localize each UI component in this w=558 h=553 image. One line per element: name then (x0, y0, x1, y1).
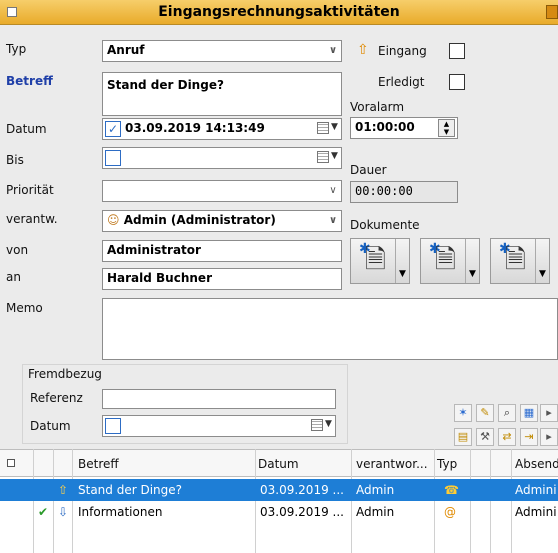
down-arrow-icon: ⇩ (58, 505, 69, 519)
prioritaet-label: Priorität (6, 183, 54, 197)
referenz-label: Referenz (30, 391, 83, 405)
bis-input[interactable]: ▼ (102, 147, 342, 169)
done-check-icon: ✔ (38, 505, 49, 519)
dokumente-label: Dokumente (350, 218, 420, 232)
erledigt-label: Erledigt (378, 75, 425, 89)
folder-icon[interactable]: ▤ (454, 428, 472, 446)
bis-label: Bis (6, 153, 24, 167)
tools-icon[interactable]: ⚒ (476, 428, 494, 446)
search-icon[interactable]: ⌕ (498, 404, 516, 422)
fremdbezug-datum-label: Datum (30, 419, 71, 433)
betreff-input[interactable]: Stand der Dinge? (102, 72, 342, 116)
column-header-verantw[interactable]: verantwor... (356, 457, 428, 471)
document-icon: 🗎 (505, 245, 526, 275)
export-icon[interactable]: ⇥ (520, 428, 538, 446)
new-document-button-3[interactable]: ✱ 🗎 ▼ (490, 238, 550, 284)
fremdbezug-datum-checkbox[interactable] (105, 418, 121, 434)
datum-value: 03.09.2019 14:13:49 (125, 121, 265, 135)
von-value: Administrator (107, 243, 201, 257)
chevron-down-icon: ∨ (329, 185, 337, 196)
more-icon[interactable]: ▸ (540, 404, 558, 422)
calendar-icon[interactable]: ▼ (317, 149, 339, 167)
select-all-checkbox[interactable] (7, 459, 15, 467)
column-header-absender[interactable]: Absend (515, 457, 558, 471)
referenz-input[interactable] (102, 389, 336, 409)
voralarm-label: Voralarm (350, 100, 405, 114)
betreff-value: Stand der Dinge? (107, 78, 224, 92)
document-icon: 🗎 (435, 245, 456, 275)
row-verantw: Admin (356, 483, 395, 497)
row-betreff: Informationen (78, 505, 163, 519)
datum-label: Datum (6, 122, 47, 136)
datum-input[interactable]: ✓ 03.09.2019 14:13:49 ▼ (102, 118, 342, 140)
phone-icon: ☎ (444, 483, 459, 497)
user-icon: ☺ (107, 213, 120, 227)
typ-select[interactable]: Anruf ∨ (102, 40, 342, 62)
window-title: Eingangsrechnungsaktivitäten (158, 4, 400, 20)
calendar-icon[interactable]: ▼ (317, 120, 339, 138)
datum-checkbox[interactable]: ✓ (105, 121, 121, 137)
new-document-button-2[interactable]: ✱ 🗎 ▼ (420, 238, 480, 284)
chevron-down-icon: ∨ (328, 45, 338, 56)
calendar-view-icon[interactable]: ▦ (520, 404, 538, 422)
row-datum: 03.09.2019 ... (260, 483, 344, 497)
document-icon: 🗎 (365, 245, 386, 275)
row-datum: 03.09.2019 ... (260, 505, 344, 519)
calendar-icon[interactable]: ▼ (311, 417, 333, 435)
fremdbezug-label: Fremdbezug (28, 367, 102, 381)
row-betreff: Stand der Dinge? (78, 483, 183, 497)
erledigt-checkbox[interactable] (449, 74, 465, 90)
bis-checkbox[interactable] (105, 150, 121, 166)
typ-value: Anruf (107, 43, 145, 57)
verantw-label: verantw. (6, 212, 58, 226)
window-options-icon[interactable] (546, 5, 558, 19)
dauer-input: 00:00:00 (350, 181, 458, 203)
table-row[interactable]: ✔ ⇩ Informationen 03.09.2019 ... Admin @… (0, 501, 558, 523)
incoming-arrow-icon: ⇧ (357, 42, 369, 58)
verantw-select[interactable]: ☺ Admin (Administrator) ∨ (102, 210, 342, 232)
von-label: von (6, 243, 29, 257)
edit-icon[interactable]: ✎ (476, 404, 494, 422)
eingang-checkbox[interactable] (449, 43, 465, 59)
row-absender: Admini (515, 505, 557, 519)
row-verantw: Admin (356, 505, 395, 519)
memo-label: Memo (6, 301, 43, 315)
betreff-label: Betreff (6, 74, 53, 88)
magic-wand-icon[interactable]: ✶ (454, 404, 472, 422)
eingang-label: Eingang (378, 44, 427, 58)
chevron-down-icon: ∨ (328, 215, 338, 226)
column-header-betreff[interactable]: Betreff (78, 457, 119, 471)
an-input[interactable]: Harald Buchner (102, 268, 342, 290)
von-input[interactable]: Administrator (102, 240, 342, 262)
an-value: Harald Buchner (107, 271, 212, 285)
title-bar: Eingangsrechnungsaktivitäten (0, 0, 558, 25)
dauer-label: Dauer (350, 163, 387, 177)
dropdown-arrow-icon[interactable]: ▼ (535, 239, 549, 283)
email-at-icon: @ (444, 505, 456, 519)
up-arrow-icon: ⇧ (58, 483, 69, 497)
typ-label: Typ (6, 42, 27, 56)
dropdown-arrow-icon[interactable]: ▼ (395, 239, 409, 283)
verantw-value: Admin (Administrator) (123, 213, 276, 227)
prioritaet-select[interactable]: ∨ (102, 180, 342, 202)
grid-header: Betreff Datum verantwor... Typ Absend (0, 449, 558, 477)
activity-grid: Betreff Datum verantwor... Typ Absend ⇧ … (0, 449, 558, 553)
voralarm-spinner[interactable]: ▲ ▼ (438, 119, 455, 137)
dauer-value: 00:00:00 (355, 184, 413, 198)
move-icon[interactable]: ⇄ (498, 428, 516, 446)
dropdown-arrow-icon[interactable]: ▼ (465, 239, 479, 283)
more-icon-2[interactable]: ▸ (540, 428, 558, 446)
memo-textarea[interactable] (102, 298, 558, 360)
row-absender: Admini (515, 483, 557, 497)
fremdbezug-datum-input[interactable]: ▼ (102, 415, 336, 437)
table-row[interactable]: ⇧ Stand der Dinge? 03.09.2019 ... Admin … (0, 479, 558, 501)
voralarm-value: 01:00:00 (355, 120, 415, 134)
new-document-button[interactable]: ✱ 🗎 ▼ (350, 238, 410, 284)
an-label: an (6, 270, 21, 284)
column-header-datum[interactable]: Datum (258, 457, 299, 471)
column-header-typ[interactable]: Typ (437, 457, 457, 471)
